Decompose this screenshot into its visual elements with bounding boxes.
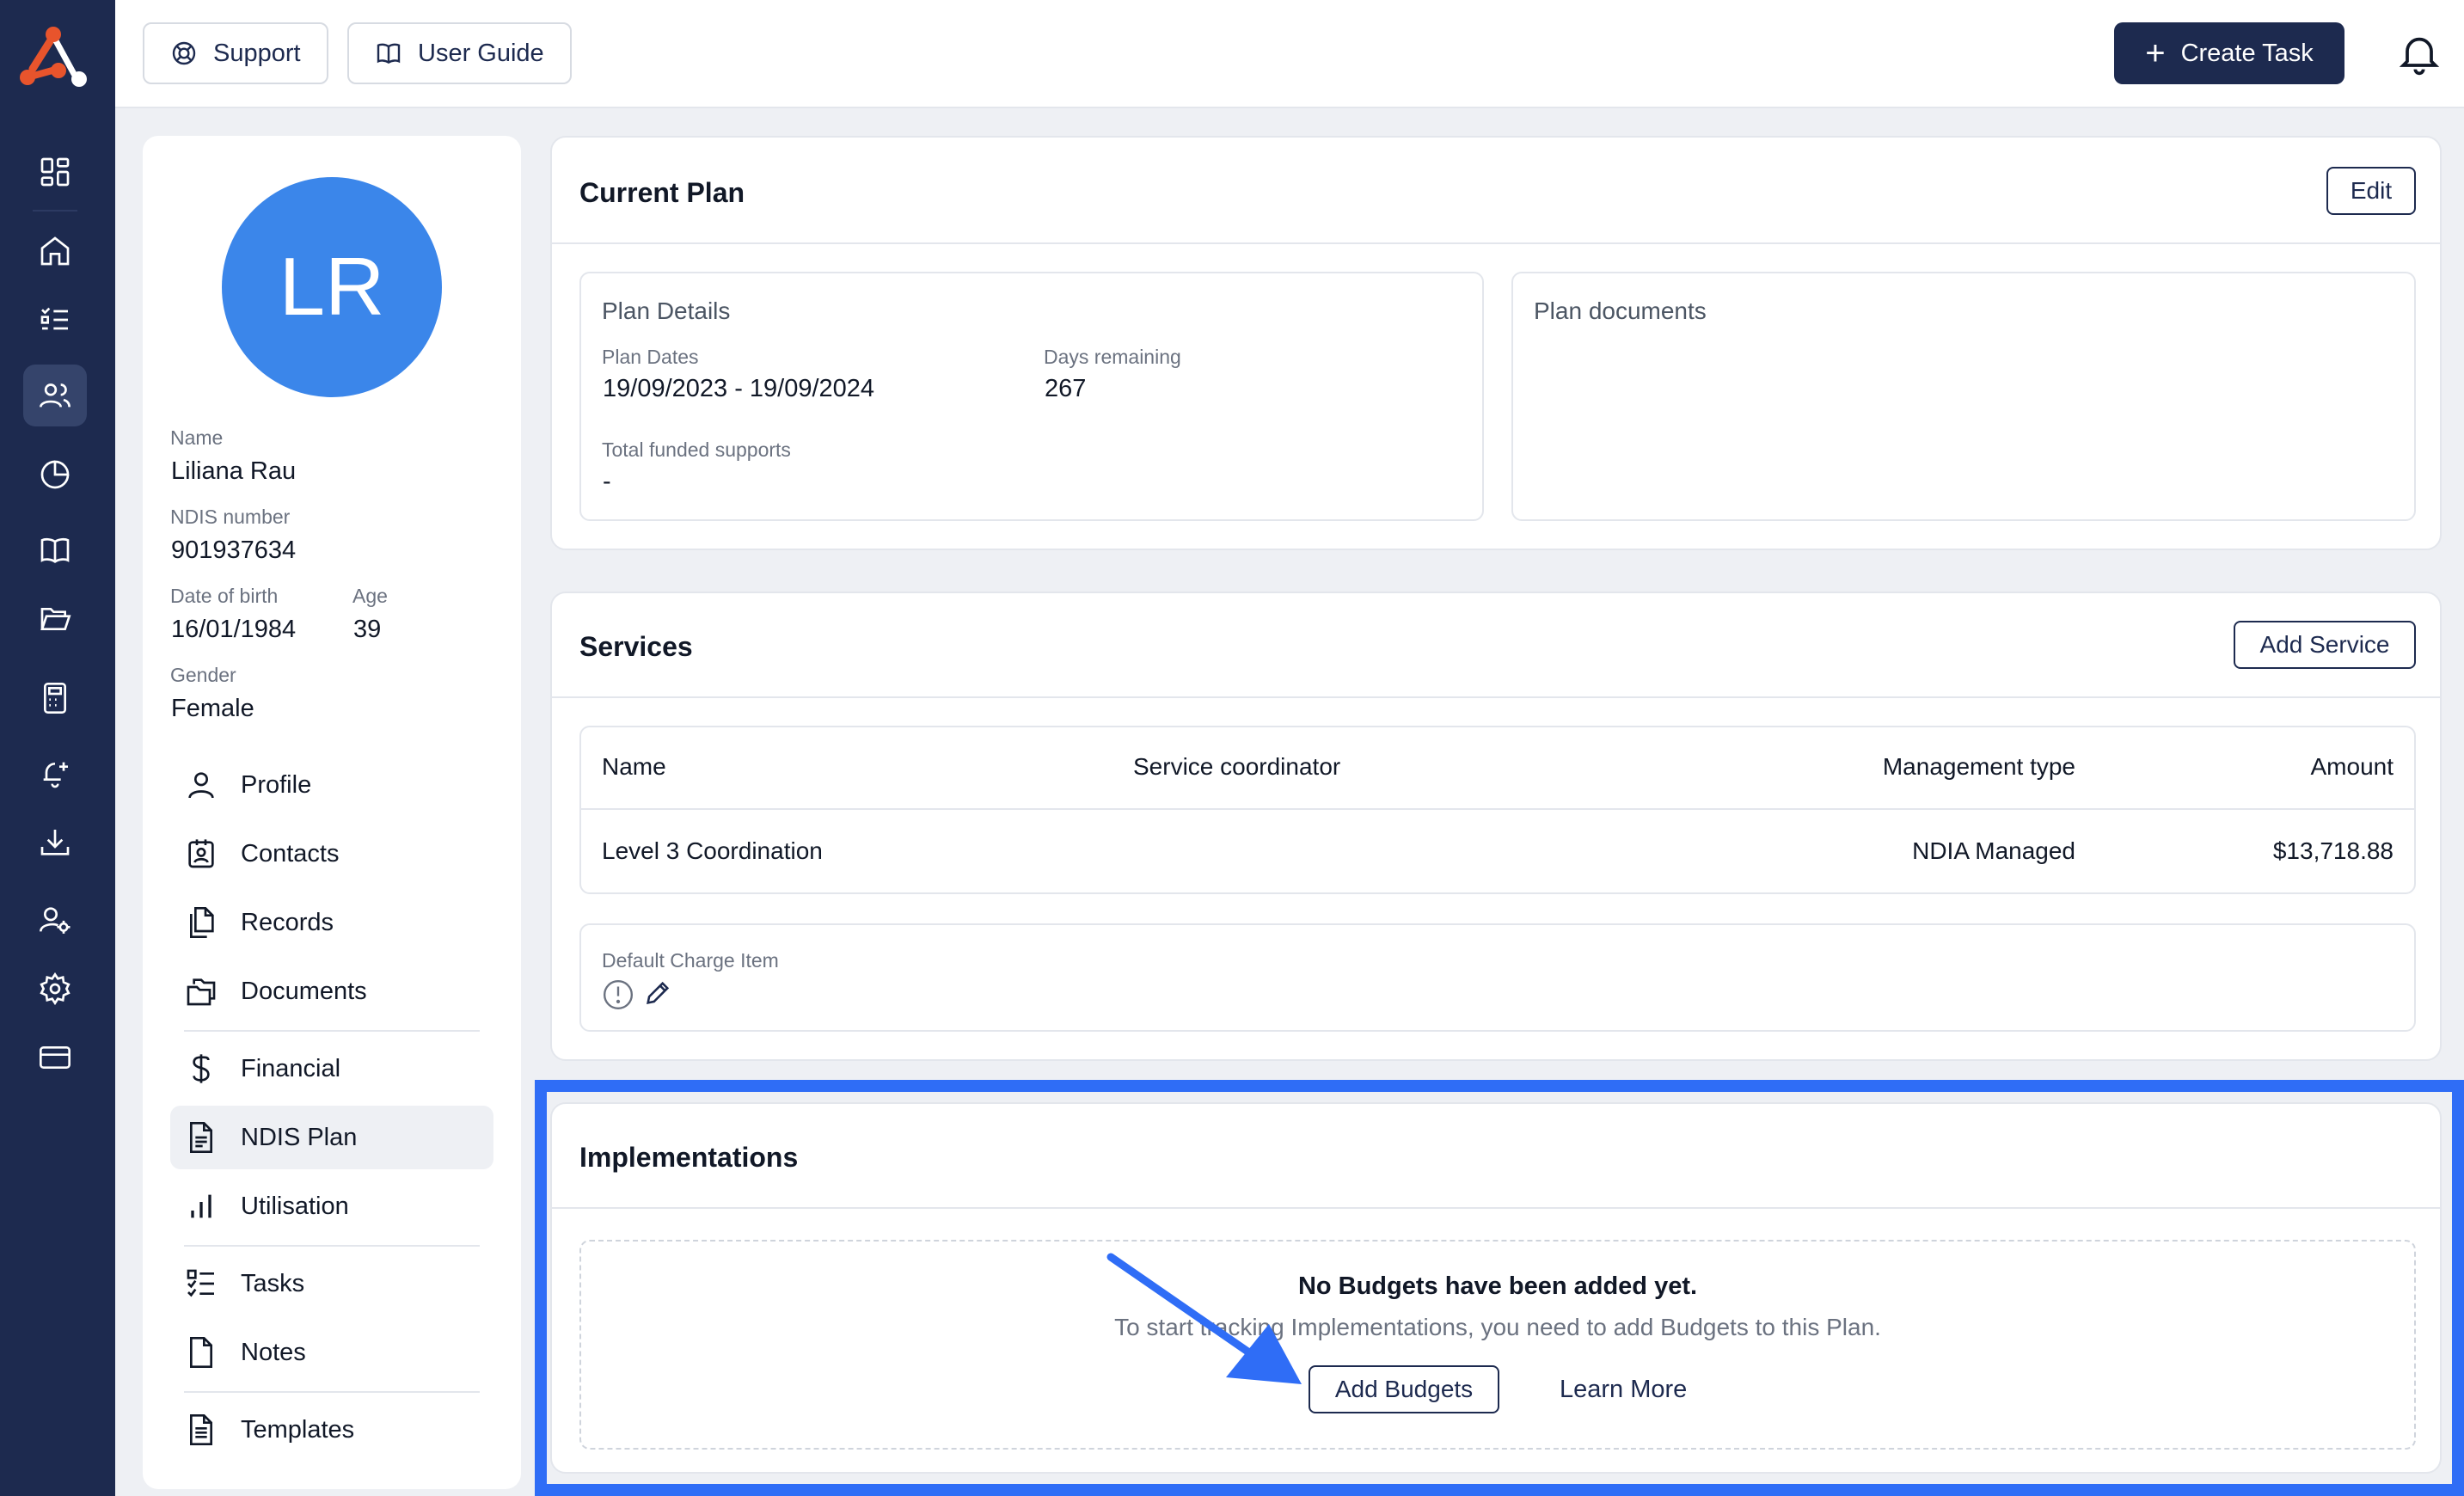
service-amount: $13,718.88 [2272,837,2394,864]
create-task-label: Create Task [2180,39,2314,67]
support-button[interactable]: Support [143,22,328,84]
highlight-box [535,1080,2464,1496]
create-task-button[interactable]: + Create Task [2114,22,2344,84]
col-service-coordinator: Service coordinator [1133,753,1341,780]
total-funded-value: - [603,468,611,495]
plan-details-title: Plan Details [602,297,731,324]
plan-details-box: Plan Details Plan Dates 19/09/2023 - 19/… [579,272,1484,521]
app-sidebar [0,0,115,1496]
records-icon [190,907,214,938]
nav-ndis-plan-label: NDIS Plan [241,1123,358,1151]
services-card: Services Add Service Name Service coordi… [550,592,2442,1061]
annotation-arrow-icon [1106,1253,1302,1384]
add-service-button[interactable]: Add Service [2234,621,2416,669]
nav-financial[interactable]: Financial [170,1037,493,1101]
documents-icon [187,978,216,1006]
age-value: 39 [353,616,382,643]
contact-card-icon [188,839,214,868]
bar-chart-icon [191,1194,211,1218]
book-icon[interactable] [23,519,87,581]
nav-contacts[interactable]: Contacts [170,822,493,886]
ndis-number-value: 901937634 [171,536,297,564]
nav-utilisation-label: Utilisation [241,1192,349,1220]
default-charge-item-box: Default Charge Item [579,923,2416,1032]
age-label: Age [352,585,388,607]
total-funded-label: Total funded supports [602,438,791,461]
days-remaining-label: Days remaining [1044,346,1181,368]
plan-documents-title: Plan documents [1534,297,1707,324]
gender-label: Gender [170,664,236,686]
dob-value: 16/01/1984 [171,616,297,643]
nav-templates[interactable]: Templates [170,1398,493,1462]
services-title: Services [579,631,693,662]
home-icon[interactable] [23,220,87,282]
file-text-icon [190,1122,212,1153]
calculator-icon[interactable] [23,667,87,729]
nav-notes-label: Notes [241,1338,306,1366]
credit-card-icon[interactable] [23,1027,87,1088]
default-charge-item-label: Default Charge Item [602,949,779,972]
edit-pencil-icon[interactable] [643,978,672,1008]
edit-plan-button[interactable]: Edit [2326,167,2416,215]
dob-label: Date of birth [170,585,279,607]
task-list-icon [187,1269,214,1297]
nav-documents[interactable]: Documents [170,960,493,1023]
service-management-type: NDIA Managed [1912,837,2075,864]
plan-dates-value: 19/09/2023 - 19/09/2024 [603,375,875,402]
user-guide-button[interactable]: User Guide [347,22,572,84]
user-settings-icon[interactable] [23,889,87,951]
task-list-icon[interactable] [23,289,87,351]
download-icon[interactable] [23,812,87,874]
bell-plus-icon[interactable] [23,743,87,805]
template-icon [190,1414,212,1445]
plan-dates-label: Plan Dates [602,346,699,368]
nav-ndis-plan[interactable]: NDIS Plan [170,1106,493,1169]
nav-documents-label: Documents [241,977,367,1005]
user-icon [188,772,214,799]
current-plan-card: Current Plan Edit Plan Details Plan Date… [550,136,2442,550]
participant-avatar: LR [222,177,442,397]
info-icon [603,979,634,1010]
col-management-type: Management type [1882,753,2075,780]
note-icon [190,1337,212,1368]
participant-profile-card: LR Name Liliana Rau NDIS number 90193763… [143,136,521,1489]
col-name: Name [602,753,666,780]
nav-records-label: Records [241,908,334,936]
app-logo[interactable] [17,24,95,89]
nav-profile[interactable]: Profile [170,753,493,817]
services-table: Name Service coordinator Management type… [579,726,2416,894]
nav-templates-label: Templates [241,1415,355,1444]
nav-contacts-label: Contacts [241,839,340,868]
top-bar: Support User Guide + Create Task AS [115,0,2464,108]
pie-chart-icon[interactable] [23,444,87,506]
settings-icon[interactable] [23,958,87,1020]
book-open-icon [377,43,401,64]
support-label: Support [213,39,301,67]
days-remaining-value: 267 [1045,375,1087,402]
nav-tasks[interactable]: Tasks [170,1252,493,1315]
gender-value: Female [171,695,254,722]
name-label: Name [170,426,224,449]
people-icon[interactable] [23,365,87,426]
ndis-number-label: NDIS number [170,506,291,528]
name-value: Liliana Rau [171,457,297,485]
nav-utilisation[interactable]: Utilisation [170,1174,493,1238]
nav-records[interactable]: Records [170,891,493,954]
lifebuoy-icon [172,41,196,65]
nav-financial-label: Financial [241,1054,341,1082]
nav-tasks-label: Tasks [241,1269,305,1297]
folder-open-icon[interactable] [23,588,87,650]
service-name: Level 3 Coordination [602,837,823,864]
current-plan-title: Current Plan [579,177,745,208]
dollar-icon [193,1054,210,1083]
nav-profile-label: Profile [241,770,312,799]
dashboard-icon[interactable] [23,141,87,203]
plus-icon: + [2145,34,2166,72]
col-amount: Amount [2310,753,2394,780]
nav-notes[interactable]: Notes [170,1321,493,1384]
plan-documents-box: Plan documents [1511,272,2416,521]
notification-bell-icon[interactable] [2395,29,2443,77]
user-guide-label: User Guide [418,39,544,67]
